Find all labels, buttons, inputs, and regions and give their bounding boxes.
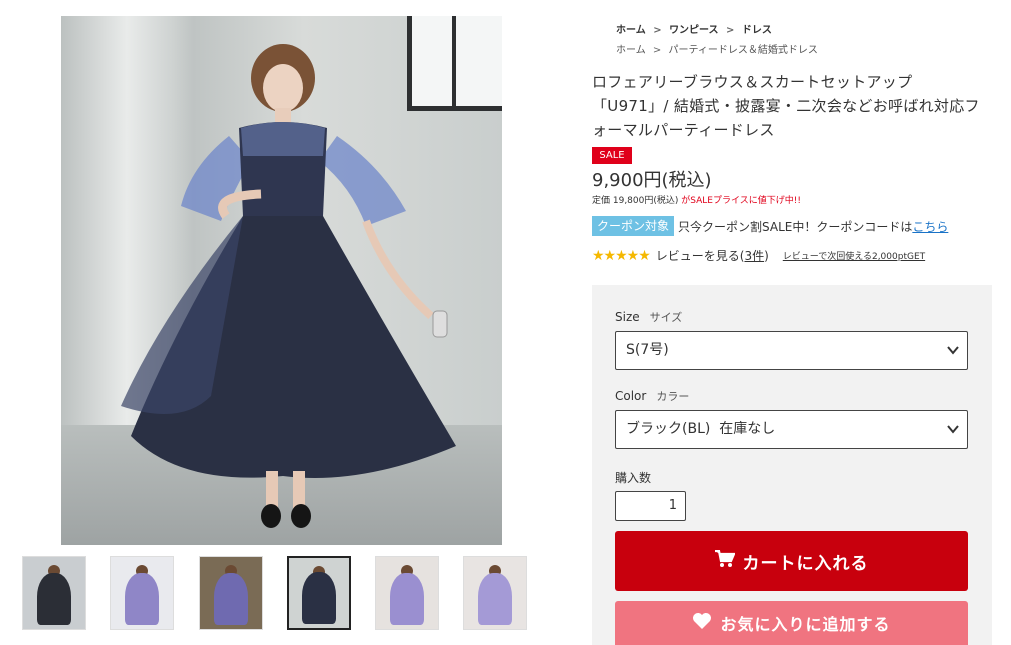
color-label: Color カラー xyxy=(615,388,689,404)
main-product-image[interactable] xyxy=(61,16,502,545)
thumbnail-figure-dress xyxy=(390,573,424,625)
purchase-options-panel: Size サイズ S(7号) Color カラー ブラック(BL) 在庫なし 購入数… xyxy=(592,285,992,645)
thumbnail-1[interactable] xyxy=(22,556,86,630)
size-select[interactable]: S(7号) xyxy=(615,331,968,370)
color-select[interactable]: ブラック(BL) 在庫なし xyxy=(615,410,968,449)
coupon-link[interactable]: こちら xyxy=(912,218,948,235)
quantity-input[interactable]: 1 xyxy=(615,491,686,521)
product-title: ロフェアリーブラウス＆スカートセットアップ「U971」/ 結婚式・披露宴・二次会… xyxy=(592,73,980,139)
sale-badge: SALE xyxy=(592,147,632,164)
thumbnail-5[interactable] xyxy=(375,556,439,630)
review-suffix: ) xyxy=(764,248,769,263)
product-price: 9,900円(税込) xyxy=(592,170,712,191)
add-to-favorites-button[interactable]: お気に入りに追加する xyxy=(615,601,968,645)
color-select-value: ブラック(BL) 在庫なし xyxy=(626,421,776,437)
thumbnail-figure-dress xyxy=(302,572,336,624)
chevron-down-icon xyxy=(947,332,959,384)
thumbnail-6[interactable] xyxy=(463,556,527,630)
color-label-sub: カラー xyxy=(656,390,690,403)
quantity-label: 購入数 xyxy=(615,471,652,485)
review-row: ★★★★★ レビューを見る(3件) レビューで次回使える2,000ptGET xyxy=(592,247,925,264)
breadcrumb-primary: ホーム > ワンピース > ドレス xyxy=(616,21,776,36)
chevron-down-icon xyxy=(947,411,959,463)
coupon-row: クーポン対象 只今クーポン割SALE中！クーポンコードは こちら xyxy=(592,216,948,236)
review-count-link[interactable]: 3件 xyxy=(744,247,764,264)
size-label-sub: サイズ xyxy=(649,311,683,324)
thumbnail-3[interactable] xyxy=(199,556,263,630)
review-prefix: レビューを見る( xyxy=(655,249,745,263)
thumbnail-4[interactable] xyxy=(287,556,351,630)
add-to-cart-label: カートに入れる xyxy=(742,553,869,574)
size-select-value: S(7号) xyxy=(626,342,669,358)
breadcrumb-onepiece[interactable]: ワンピース xyxy=(669,25,719,36)
breadcrumb-home-2[interactable]: ホーム xyxy=(616,45,646,56)
size-label-text: Size xyxy=(615,310,640,324)
add-to-favorites-label: お気に入りに追加する xyxy=(720,615,891,634)
thumbnail-figure-dress xyxy=(478,573,512,625)
thumbnail-figure-dress xyxy=(125,573,159,625)
discount-note: がSALEプライスに値下げ中!! xyxy=(681,196,801,206)
thumbnail-strip xyxy=(22,556,542,634)
breadcrumb-separator: > xyxy=(726,25,735,36)
breadcrumb-party-dress[interactable]: パーティードレス＆結婚式ドレス xyxy=(668,45,817,56)
model-figure xyxy=(121,44,456,528)
size-label: Size サイズ xyxy=(615,309,682,325)
regular-price: 定価 19,800円(税込) xyxy=(592,196,679,206)
cart-icon xyxy=(714,549,736,573)
rating-stars-icon: ★★★★★ xyxy=(592,247,651,264)
price-note: 定価 19,800円(税込) がSALEプライスに値下げ中!! xyxy=(592,193,801,206)
thumbnail-figure-dress xyxy=(37,573,71,625)
heart-icon xyxy=(692,612,712,635)
review-points-link[interactable]: レビューで次回使える2,000ptGET xyxy=(783,249,925,262)
breadcrumb-home[interactable]: ホーム xyxy=(616,25,646,36)
thumbnail-figure-dress xyxy=(214,573,248,625)
color-label-text: Color xyxy=(615,389,647,403)
add-to-cart-button[interactable]: カートに入れる xyxy=(615,531,968,591)
coupon-text: 只今クーポン割SALE中！クーポンコードは xyxy=(678,219,913,234)
breadcrumb-secondary: ホーム > パーティードレス＆結婚式ドレス xyxy=(616,41,822,56)
coupon-tag: クーポン対象 xyxy=(592,216,675,236)
breadcrumb-separator: > xyxy=(652,45,662,56)
breadcrumb-dress[interactable]: ドレス xyxy=(742,25,772,36)
breadcrumb-separator: > xyxy=(653,25,662,36)
thumbnail-2[interactable] xyxy=(110,556,174,630)
